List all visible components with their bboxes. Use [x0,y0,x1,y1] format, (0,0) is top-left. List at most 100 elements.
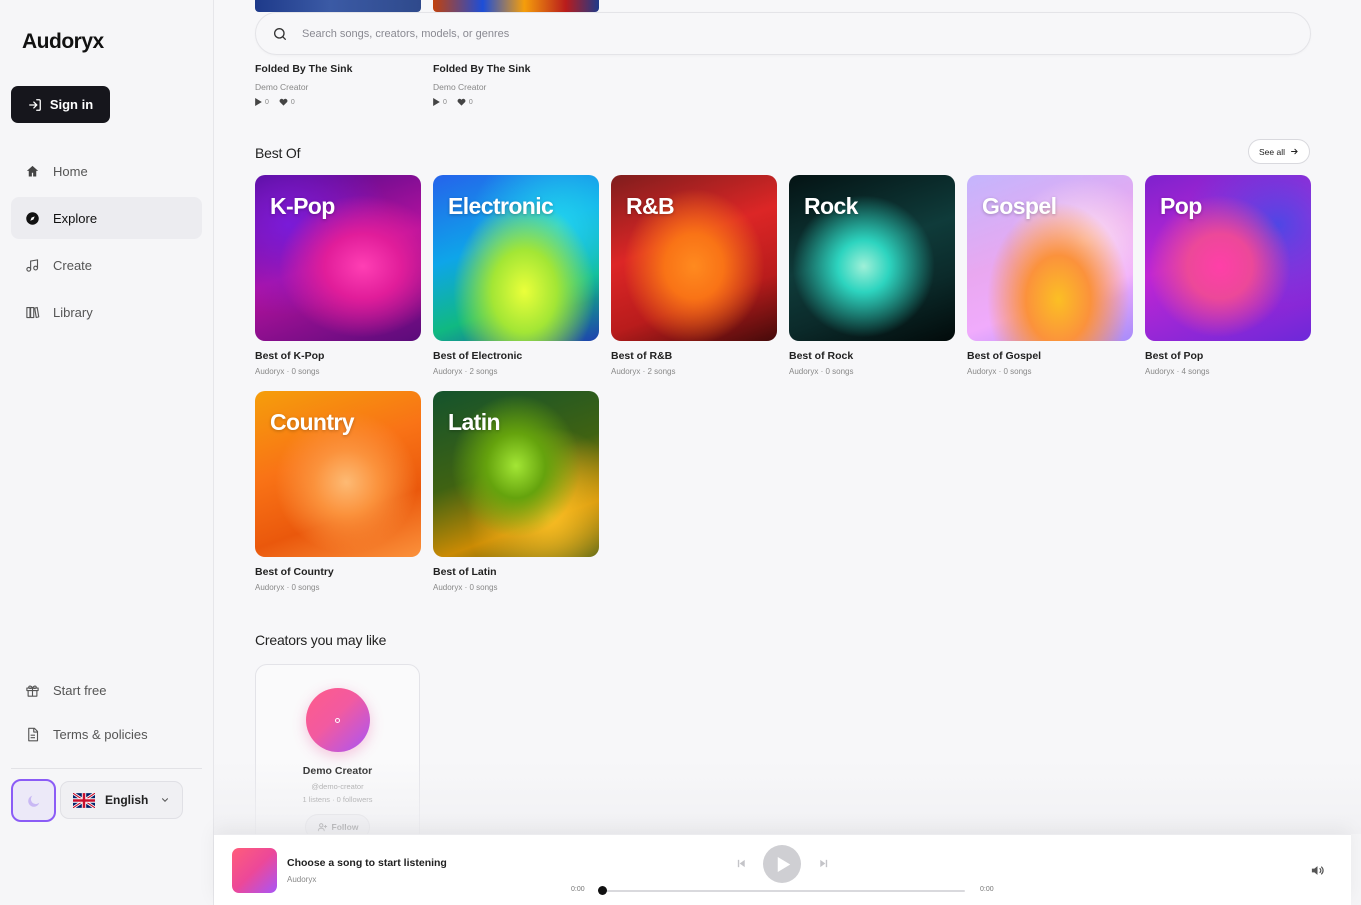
app-logo[interactable]: Audoryx [22,30,104,54]
next-button[interactable] [817,857,829,869]
sign-in-button[interactable]: Sign in [11,86,110,123]
nav-item-label: Library [53,304,93,320]
playlist-art[interactable]: Pop [1145,175,1311,341]
song-stats: 0 0 [255,98,352,106]
song-cover[interactable] [433,0,599,12]
nav-item-home[interactable]: Home [11,150,202,192]
document-icon [28,727,39,741]
nav-item-label: Home [53,163,88,179]
song-creator[interactable]: Demo Creator [433,82,530,92]
playlist-art-label: R&B [626,193,675,219]
heart-icon [279,98,288,106]
creator-stats: 1 listens · 0 followers [302,795,373,804]
playlist-card-gospel[interactable]: Gospel Best of Gospel Audoryx · 0 songs [967,175,1133,376]
nav-item-terms[interactable]: Terms & policies [11,714,202,754]
section-title-best-of: Best Of [255,145,301,161]
playlist-title[interactable]: Best of Gospel [967,350,1133,362]
playlist-card-country[interactable]: Country Best of Country Audoryx · 0 song… [255,391,421,592]
library-icon [26,306,40,318]
playlist-card-rock[interactable]: Rock Best of Rock Audoryx · 0 songs [789,175,955,376]
playlist-art-label: Country [270,409,355,435]
now-playing-art[interactable] [232,848,277,893]
song-item[interactable]: Folded By The Sink Demo Creator 0 0 [255,63,352,106]
song-cover[interactable] [255,0,421,12]
playlist-title[interactable]: Best of Electronic [433,350,599,362]
volume-icon [1311,866,1324,875]
progress-knob[interactable] [598,886,607,895]
nav-item-library[interactable]: Library [11,291,202,333]
main-content: Folded By The Sink Demo Creator 0 0 Fold… [214,0,1361,834]
song-creator[interactable]: Demo Creator [255,82,352,92]
theme-toggle-button[interactable] [11,779,56,822]
play-icon [433,98,440,106]
nav-item-create[interactable]: Create [11,244,202,286]
arrow-right-icon [1291,148,1298,155]
playlist-art[interactable]: Country [255,391,421,557]
song-stats: 0 0 [433,98,530,106]
playlist-card-electronic[interactable]: Electronic Best of Electronic Audoryx · … [433,175,599,376]
like-count: 0 [279,98,295,106]
playlist-card-rnb[interactable]: R&B Best of R&B Audoryx · 2 songs [611,175,777,376]
now-playing-title: Choose a song to start listening [287,857,447,869]
skip-forward-icon [819,859,827,867]
search-icon [274,27,286,40]
nav-item-start-free[interactable]: Start free [11,670,202,710]
search-input[interactable] [302,27,1202,40]
nav-item-explore[interactable]: Explore [11,197,202,239]
playlist-subtitle: Audoryx · 2 songs [611,367,676,376]
playlist-card-kpop[interactable]: K-Pop Best of K-Pop Audoryx · 0 songs [255,175,421,376]
language-label: English [105,793,149,807]
see-all-button[interactable]: See all [1248,139,1310,164]
song-item[interactable]: Folded By The Sink Demo Creator 0 0 [433,63,530,106]
nav-item-label: Terms & policies [53,726,148,742]
playlist-card-latin[interactable]: Latin Best of Latin Audoryx · 0 songs [433,391,599,592]
creator-card[interactable]: Demo Creator @demo-creator 1 listens · 0… [255,664,420,834]
playlist-art[interactable]: Latin [433,391,599,557]
playlist-art[interactable]: Gospel [967,175,1133,341]
playlist-art[interactable]: Rock [789,175,955,341]
section-title-creators: Creators you may like [255,632,387,648]
playlist-art[interactable]: Electronic [433,175,599,341]
play-button[interactable] [763,845,801,883]
playlist-art[interactable]: R&B [611,175,777,341]
volume-button[interactable] [1310,863,1326,879]
playlist-subtitle: Audoryx · 0 songs [255,367,320,376]
playlist-title[interactable]: Best of Rock [789,350,955,362]
follow-label: Follow [331,822,359,832]
chevron-down-icon [161,798,169,802]
follow-button[interactable]: Follow [305,814,370,834]
avatar-dot [335,717,340,723]
secondary-nav: Start free Terms & policies [11,670,202,758]
play-count: 0 [255,98,269,106]
playlist-art-label: Latin [448,409,501,435]
avatar[interactable] [305,688,370,752]
language-selector[interactable]: English [60,781,183,819]
creator-name[interactable]: Demo Creator [256,765,419,777]
progress-slider[interactable] [598,886,965,895]
playlist-art[interactable]: K-Pop [255,175,421,341]
playlist-title[interactable]: Best of K-Pop [255,350,421,362]
playlist-subtitle: Audoryx · 4 songs [1145,367,1210,376]
playlist-title[interactable]: Best of R&B [611,350,777,362]
song-title[interactable]: Folded By The Sink [255,63,352,75]
playlist-card-pop[interactable]: Pop Best of Pop Audoryx · 4 songs [1145,175,1311,376]
playlist-title[interactable]: Best of Pop [1145,350,1311,362]
previous-button[interactable] [735,857,747,869]
song-title[interactable]: Folded By The Sink [433,63,530,75]
nav-item-label: Create [53,257,93,273]
search-bar[interactable] [255,12,1311,55]
playlist-subtitle: Audoryx · 0 songs [255,583,320,592]
play-icon [255,98,262,106]
uk-flag-icon [73,792,95,808]
compass-icon [26,211,39,225]
playlist-title[interactable]: Best of Latin [433,566,599,578]
heart-icon [457,98,466,106]
music-note-icon [26,258,39,272]
playlist-title[interactable]: Best of Country [255,566,421,578]
sidebar: Audoryx Sign in Home Explore Create Libr… [0,0,214,905]
creator-handle: @demo-creator [311,782,364,791]
sign-in-label: Sign in [49,97,94,112]
nav-item-label: Start free [53,682,107,698]
sidebar-divider [11,768,202,769]
now-playing-artist: Audoryx [287,875,317,884]
